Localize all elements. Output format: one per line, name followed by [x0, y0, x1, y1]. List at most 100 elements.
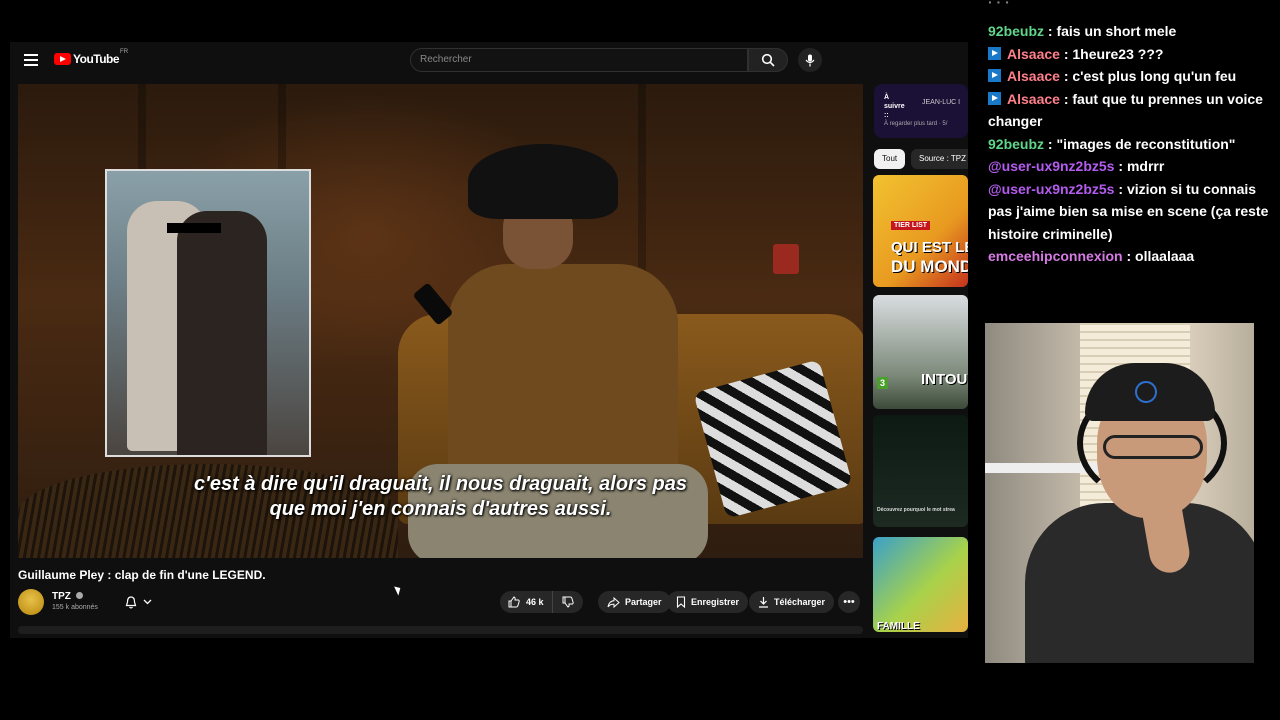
share-icon	[607, 596, 620, 608]
channel-avatar[interactable]	[18, 589, 44, 615]
chat-username: Alsaace	[1007, 90, 1060, 107]
youtube-header: YouTube FR Rechercher	[10, 42, 968, 80]
playlist-up-next[interactable]: À suivre :: JEAN-LUC I À regarder plus t…	[874, 84, 968, 138]
webcam-feed	[985, 323, 1254, 663]
like-dislike-group: 46 k	[500, 591, 583, 613]
youtube-logo-text: YouTube	[73, 52, 120, 66]
chat-text: ollaalaaa	[1135, 248, 1195, 264]
dislike-button[interactable]	[553, 591, 583, 613]
chat-separator: :	[1114, 180, 1127, 197]
description-box-edge[interactable]	[18, 626, 863, 634]
subscriber-count: 155 k abonnés	[52, 604, 98, 611]
thumbs-down-icon	[562, 596, 574, 608]
download-icon	[759, 597, 768, 608]
channel-name[interactable]: TPZ	[52, 591, 83, 602]
chat-text: c'est plus long qu'un feu	[1072, 68, 1237, 84]
chat-text: mdrrr	[1126, 158, 1165, 174]
download-button[interactable]: Télécharger	[749, 591, 835, 613]
chat-text: "images de reconstitution"	[1056, 135, 1236, 152]
cap-logo	[1135, 381, 1157, 403]
youtube-logo[interactable]: YouTube FR	[54, 49, 129, 66]
recommended-thumbnail[interactable]: Découvrez pourquoi le mot strea	[873, 415, 968, 527]
streamer-shirt	[1025, 503, 1254, 663]
voice-search-button[interactable]	[798, 48, 822, 72]
chat-separator: :	[1059, 68, 1073, 84]
video-title: Guillaume Pley : clap de fin d'une LEGEN…	[18, 568, 266, 582]
chat-message: Alsaace : c'est plus long qu'un feu	[982, 65, 1272, 88]
chat-message: @user-ux9nz2bz5s : vizion si tu connais …	[982, 178, 1272, 246]
thumbnail-tag: TIER LIST	[891, 221, 931, 230]
video-subtitle: c'est à dire qu'il draguait, il nous dra…	[194, 473, 687, 520]
bell-icon	[125, 595, 136, 608]
youtube-region-code: FR	[120, 49, 129, 55]
download-label: Télécharger	[774, 597, 826, 607]
chat-separator: :	[1059, 90, 1073, 107]
glasses	[1103, 435, 1203, 459]
mouse-cursor	[394, 584, 403, 596]
save-label: Enregistrer	[691, 597, 740, 607]
chat-message: 92beubz : "images de reconstitution"	[982, 133, 1272, 156]
chat-cut-line: · · ·	[988, 0, 1010, 10]
thumbnail-title-line: INTOU	[921, 371, 968, 388]
chat-text: fais un short mele	[1056, 23, 1177, 39]
chat-username: 92beubz	[988, 135, 1045, 152]
youtube-window: YouTube FR Rechercher c'est à dire qu'il…	[10, 42, 968, 638]
chevron-down-icon	[143, 599, 151, 605]
recommended-thumbnail[interactable]: INTOU 3	[873, 295, 968, 409]
thumbnail-title-line: DU MONDE	[891, 257, 968, 276]
search-input[interactable]: Rechercher	[410, 48, 748, 72]
chat-message: @user-ux9nz2bz5s : mdrrr	[982, 155, 1272, 178]
chat-separator: :	[1059, 45, 1073, 62]
recommended-thumbnail[interactable]: TIER LIST QUI EST LE MEI DU MONDE	[873, 175, 968, 287]
youtube-play-icon	[54, 53, 71, 65]
search-button[interactable]	[748, 48, 788, 72]
channel-name-text: TPZ	[52, 591, 71, 602]
chat-username: 92beubz	[988, 23, 1045, 39]
chat-text: 1heure23 ???	[1072, 45, 1164, 62]
search-icon	[761, 53, 775, 67]
share-button[interactable]: Partager	[598, 591, 671, 613]
menu-icon[interactable]	[24, 54, 38, 66]
censor-bar	[167, 223, 221, 233]
thumbnail-caption: Découvrez pourquoi le mot strea	[877, 507, 955, 513]
thumbnail-badge: 3	[877, 377, 889, 389]
chat-separator: :	[1114, 158, 1127, 174]
chat-separator: :	[1044, 135, 1057, 152]
up-next-subtitle: À regarder plus tard · 5/	[884, 121, 948, 127]
chat-username: @user-ux9nz2bz5s	[988, 158, 1115, 174]
more-actions-button[interactable]: •••	[838, 591, 860, 613]
chat-username: Alsaace	[1007, 68, 1060, 84]
chat-separator: :	[1044, 23, 1057, 39]
wall-lamp	[773, 244, 799, 274]
more-horizontal-icon: •••	[843, 596, 855, 608]
like-count: 46 k	[526, 597, 544, 607]
subscriber-badge-icon	[988, 46, 1001, 60]
like-button[interactable]: 46 k	[500, 591, 553, 613]
video-player[interactable]: c'est à dire qu'il draguait, il nous dra…	[18, 84, 863, 558]
chip-source-tpz[interactable]: Source : TPZ	[911, 149, 968, 169]
chat-message: Alsaace : 1heure23 ???	[982, 43, 1272, 66]
chat-message: Alsaace : faut que tu prennes un voice c…	[982, 88, 1272, 133]
thumbnail-title-line: FAMILLE	[877, 621, 920, 632]
thumbs-up-icon	[508, 596, 520, 608]
save-button[interactable]: Enregistrer	[667, 591, 749, 613]
chat-message: 92beubz : fais un short mele	[982, 20, 1272, 43]
chat-separator: :	[1122, 248, 1136, 264]
inset-photo	[105, 169, 311, 457]
chat-username: emceehipconnexion	[988, 248, 1123, 264]
chat-overlay: 92beubz : fais un short mele Alsaace : 1h…	[982, 20, 1272, 268]
subscriber-badge-icon	[988, 91, 1001, 105]
subscribed-bell-button[interactable]	[117, 591, 159, 613]
chat-username: Alsaace	[1007, 45, 1060, 62]
chat-username: @user-ux9nz2bz5s	[988, 180, 1115, 197]
share-label: Partager	[625, 597, 662, 607]
chat-message: emceehipconnexion : ollaalaaa	[982, 245, 1272, 268]
up-next-label: À suivre ::	[884, 94, 905, 119]
up-next-title: JEAN-LUC I	[922, 99, 961, 106]
thumbnail-title-line: QUI EST LE MEI	[891, 239, 968, 256]
subscriber-badge-icon	[988, 69, 1001, 82]
recommended-thumbnail[interactable]: FAMILLE	[873, 537, 968, 632]
chip-all[interactable]: Tout	[874, 149, 906, 169]
bookmark-icon	[676, 596, 686, 608]
verified-icon	[75, 592, 83, 599]
